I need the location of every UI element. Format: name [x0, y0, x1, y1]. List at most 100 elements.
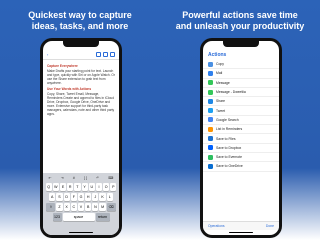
keyboard-toolbar-button[interactable]: [ ]: [84, 176, 87, 180]
actions-list: Copy Mail Message Message - Dweetlia Share Tw…: [203, 60, 279, 172]
backspace-key[interactable]: ⌫: [106, 203, 116, 211]
key-g[interactable]: G: [77, 193, 85, 201]
operations-button[interactable]: Operations: [208, 224, 225, 228]
keyboard-row-4: 123 space return: [44, 213, 118, 221]
key-a[interactable]: A: [49, 193, 56, 201]
key-d[interactable]: D: [63, 193, 70, 201]
actions-header: Actions: [203, 50, 279, 60]
key-y[interactable]: Y: [81, 183, 88, 191]
keyboard-toolbar-button[interactable]: ⌨: [108, 176, 113, 180]
action-label: Message - Dweetlia: [216, 90, 246, 95]
shift-key[interactable]: ⇧: [46, 203, 56, 211]
key-t[interactable]: T: [74, 183, 81, 191]
right-promo-panel: Powerful actions save time and unleash y…: [160, 0, 320, 240]
mail-icon: [208, 70, 213, 76]
key-m[interactable]: M: [99, 203, 106, 211]
key-k[interactable]: K: [99, 193, 106, 201]
action-label: Save to Dropbox: [216, 145, 242, 150]
key-r[interactable]: R: [67, 183, 74, 191]
keyboard-toolbar-button[interactable]: ⇤: [49, 176, 52, 180]
files-icon: [208, 136, 213, 142]
keyboard-row-2: ASDFGHJKL: [44, 193, 118, 201]
phone-screen-left: ‹ Capture Everywhere Make Drafts your st…: [43, 41, 119, 235]
keyboard: ⇤ ⇥ # [ ] ↶ ⌨ QWERTYUIOP ASDFGHJKL ⇧ Z X C V B N M ⌫…: [43, 173, 119, 235]
editor-nav-bar: ‹: [43, 50, 119, 60]
keyboard-row-3: ⇧ Z X C V B N M ⌫: [44, 203, 118, 211]
action-item[interactable]: Google Search: [203, 116, 279, 126]
key-c[interactable]: C: [70, 203, 77, 211]
share-icon: [208, 98, 213, 104]
left-headline-line-2: ideas, tasks, and more: [31, 21, 129, 31]
action-item[interactable]: Save to OneDrive: [203, 162, 279, 172]
onedrive-icon: [208, 163, 213, 169]
key-z[interactable]: Z: [56, 203, 63, 211]
info-icon[interactable]: [103, 52, 108, 57]
phone-frame-right: Actions Copy Mail Message Message - Dweetli…: [200, 38, 282, 238]
nav-icons: [96, 52, 115, 57]
key-o[interactable]: O: [103, 183, 110, 191]
message-icon: [208, 80, 213, 86]
key-q[interactable]: Q: [45, 183, 52, 191]
action-label: Copy: [216, 62, 224, 67]
key-w[interactable]: W: [52, 183, 59, 191]
doc-body: Copy, Share, Tweet Email, Message, Remin…: [47, 92, 115, 116]
key-j[interactable]: J: [92, 193, 99, 201]
keyboard-row-1: QWERTYUIOP: [44, 183, 118, 191]
action-label: Google Search: [216, 117, 239, 122]
action-item[interactable]: Mail: [203, 69, 279, 79]
keyboard-toolbar-button[interactable]: #: [73, 176, 75, 180]
phone-screen-right: Actions Copy Mail Message Message - Dweetli…: [203, 41, 279, 235]
key-x[interactable]: X: [63, 203, 70, 211]
space-key[interactable]: space: [62, 213, 95, 221]
action-item[interactable]: Tweet: [203, 106, 279, 116]
action-item[interactable]: Message: [203, 79, 279, 88]
actions-icon[interactable]: [110, 52, 115, 57]
action-item[interactable]: Message - Dweetlia: [203, 88, 279, 98]
action-label: List in Reminders: [216, 127, 243, 132]
flag-icon[interactable]: [96, 52, 101, 57]
message-icon: [208, 89, 213, 95]
key-e[interactable]: E: [59, 183, 67, 191]
return-key[interactable]: return: [95, 213, 110, 221]
action-label: Tweet: [216, 108, 226, 113]
done-button[interactable]: Done: [266, 224, 274, 228]
key-n[interactable]: N: [92, 203, 99, 211]
actions-bottom-bar: Operations Done: [203, 221, 279, 230]
copy-icon: [208, 61, 213, 67]
left-headline-line-1: Quickest way to capture: [28, 10, 132, 20]
key-h[interactable]: H: [85, 193, 92, 201]
doc-heading-actions: Use Your Words with Actions: [47, 87, 92, 91]
right-headline-line-2: and unleash your productivity: [175, 21, 305, 31]
key-f[interactable]: F: [70, 193, 77, 201]
keyboard-toolbar-button[interactable]: ↶: [96, 176, 99, 180]
action-label: Save to OneDrive: [216, 164, 243, 169]
numbers-key[interactable]: 123: [52, 213, 62, 221]
home-indicator: [229, 231, 253, 233]
action-label: Message: [216, 80, 230, 85]
action-label: Save to Files: [216, 136, 236, 141]
action-item[interactable]: Copy: [203, 60, 279, 70]
key-u[interactable]: U: [88, 183, 95, 191]
left-headline: Quickest way to capture ideas, tasks, an…: [0, 10, 160, 32]
key-i[interactable]: I: [95, 183, 103, 191]
action-item[interactable]: List in Reminders: [203, 125, 279, 135]
phone-frame-left: ‹ Capture Everywhere Make Drafts your st…: [40, 38, 122, 238]
back-icon[interactable]: ‹: [47, 52, 48, 57]
key-l[interactable]: L: [106, 193, 113, 201]
home-indicator: [69, 231, 93, 233]
key-v[interactable]: V: [77, 203, 85, 211]
key-p[interactable]: P: [110, 183, 117, 191]
action-item[interactable]: Save to Files: [203, 134, 279, 144]
key-s[interactable]: S: [56, 193, 63, 201]
key-b[interactable]: B: [85, 203, 92, 211]
phone-notch: [223, 41, 259, 47]
search-icon: [208, 117, 213, 123]
action-item[interactable]: Share: [203, 97, 279, 107]
action-item[interactable]: Save to Evernote: [203, 153, 279, 163]
right-headline-line-1: Powerful actions save time: [182, 10, 298, 20]
keyboard-toolbar-button[interactable]: ⇥: [61, 176, 64, 180]
evernote-icon: [208, 154, 213, 160]
draft-document[interactable]: Capture Everywhere Make Drafts your star…: [43, 60, 119, 120]
action-item[interactable]: Save to Dropbox: [203, 144, 279, 153]
action-label: Save to Evernote: [216, 155, 243, 160]
